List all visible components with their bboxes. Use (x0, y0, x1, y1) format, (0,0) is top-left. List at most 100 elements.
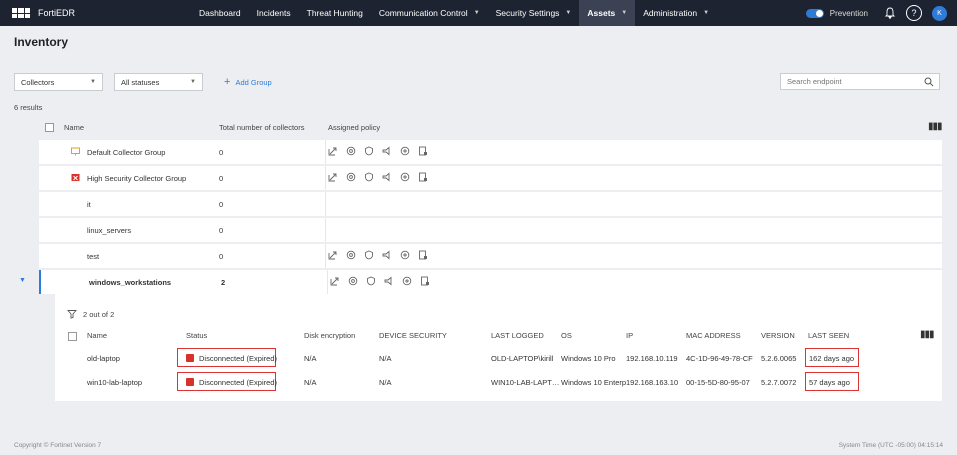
table-row[interactable]: it 0 (39, 192, 942, 216)
device-control-icon[interactable] (382, 146, 392, 156)
group-name[interactable]: windows_workstations (89, 278, 171, 287)
column-header-total[interactable]: Total number of collectors (219, 123, 304, 132)
column-header-policy[interactable]: Assigned policy (328, 123, 380, 132)
copyright: Copyright © Fortinet Version 7 (14, 442, 102, 449)
last-seen-highlight: 57 days ago (805, 372, 859, 391)
table-row[interactable]: windows_workstations 2 (39, 270, 942, 294)
nav-security-settings[interactable]: Security Settings ▼ (488, 0, 580, 26)
last-seen: 57 days ago (809, 378, 850, 387)
application-control-icon[interactable] (418, 250, 428, 260)
divider (325, 244, 326, 268)
extended-detection-icon[interactable] (400, 146, 410, 156)
columns-icon[interactable]: ▮▮▮ (928, 121, 942, 132)
chevron-down-icon[interactable]: ▼ (19, 277, 26, 284)
application-control-icon[interactable] (420, 276, 430, 286)
ip: 192.168.10.119 (626, 354, 678, 363)
group-name[interactable]: test (87, 252, 99, 261)
disk-encryption: N/A (304, 378, 317, 387)
nav-incidents[interactable]: Incidents (249, 0, 299, 26)
device-control-icon[interactable] (384, 276, 394, 286)
nav-assets[interactable]: Assets ▼ (579, 0, 636, 26)
select-all-checkbox[interactable] (45, 123, 54, 132)
divider (325, 166, 326, 190)
exfiltration-policy-icon[interactable] (328, 172, 338, 182)
avatar-initial: K (937, 9, 942, 17)
device-control-icon[interactable] (382, 250, 392, 260)
group-name[interactable]: linux_servers (87, 226, 131, 235)
column-header-disk-encryption[interactable]: Disk encryption (304, 331, 355, 340)
group-name[interactable]: High Security Collector Group (87, 174, 186, 183)
exfiltration-policy-icon[interactable] (330, 276, 340, 286)
nav-communication-control[interactable]: Communication Control ▼ (371, 0, 488, 26)
column-header-status[interactable]: Status (186, 331, 207, 340)
shield-icon[interactable] (364, 172, 374, 182)
columns-icon[interactable]: ▮▮▮ (920, 329, 934, 340)
table-row[interactable]: old-laptop Disconnected (Expired) N/A N/… (55, 347, 942, 369)
version: 5.2.6.0065 (761, 354, 797, 363)
avatar[interactable]: K (932, 5, 947, 21)
column-header-ip[interactable]: IP (626, 331, 633, 340)
column-header-version[interactable]: VERSION (761, 331, 795, 340)
collector-name[interactable]: win10-lab-laptop (87, 378, 142, 387)
column-header-device-security[interactable]: DEVICE SECURITY (379, 331, 447, 340)
prevention-label: Prevention (829, 8, 868, 18)
status-select[interactable]: All statuses ▼ (114, 73, 203, 91)
nav-label: Communication Control (378, 8, 468, 18)
help-icon[interactable]: ? (906, 5, 922, 21)
nav-threat-hunting[interactable]: Threat Hunting (299, 0, 371, 26)
select-value: All statuses (121, 77, 160, 87)
status-highlight: Disconnected (Expired) (177, 348, 277, 367)
top-right-controls: Prevention ? K (805, 0, 947, 26)
application-control-icon[interactable] (418, 146, 428, 156)
application-control-icon[interactable] (418, 172, 428, 182)
group-name[interactable]: it (87, 200, 91, 209)
ransomware-policy-icon[interactable] (348, 276, 358, 286)
extended-detection-icon[interactable] (400, 250, 410, 260)
extended-detection-icon[interactable] (400, 172, 410, 182)
chevron-down-icon: ▼ (190, 79, 196, 85)
column-header-last-seen[interactable]: LAST SEEN (808, 331, 849, 340)
nav-label: Dashboard (199, 8, 241, 18)
table-row[interactable]: High Security Collector Group 0 (39, 166, 942, 190)
filter-icon[interactable] (67, 309, 77, 319)
group-name[interactable]: Default Collector Group (87, 148, 165, 157)
column-header-name[interactable]: Name (64, 123, 84, 132)
collector-type-select[interactable]: Collectors ▼ (14, 73, 103, 91)
shield-icon[interactable] (364, 146, 374, 156)
search-input[interactable] (787, 77, 917, 86)
shield-icon[interactable] (366, 276, 376, 286)
brand[interactable]: FortiEDR (0, 8, 180, 18)
nav-dashboard[interactable]: Dashboard (191, 0, 249, 26)
column-header-name[interactable]: Name (87, 331, 107, 340)
monitor-icon (71, 147, 80, 156)
shield-icon[interactable] (364, 250, 374, 260)
device-control-icon[interactable] (382, 172, 392, 182)
nav-administration[interactable]: Administration ▼ (635, 0, 717, 26)
nav-label: Threat Hunting (306, 8, 363, 18)
table-row[interactable]: win10-lab-laptop Disconnected (Expired) … (55, 371, 942, 393)
last-seen-highlight: 162 days ago (805, 348, 859, 367)
column-header-os[interactable]: OS (561, 331, 572, 340)
group-count: 0 (219, 252, 224, 261)
table-row[interactable]: Default Collector Group 0 (39, 140, 942, 164)
ransomware-policy-icon[interactable] (346, 172, 356, 182)
ransomware-policy-icon[interactable] (346, 146, 356, 156)
top-navigation-bar: FortiEDR Dashboard Incidents Threat Hunt… (0, 0, 957, 26)
policy-icons (328, 172, 428, 182)
exfiltration-policy-icon[interactable] (328, 250, 338, 260)
ransomware-policy-icon[interactable] (346, 250, 356, 260)
exfiltration-policy-icon[interactable] (328, 146, 338, 156)
bell-icon[interactable] (884, 7, 896, 19)
search-icon[interactable] (924, 77, 934, 87)
table-row[interactable]: test 0 (39, 244, 942, 268)
extended-detection-icon[interactable] (402, 276, 412, 286)
chevron-down-icon: ▼ (90, 79, 96, 85)
prevention-toggle[interactable] (805, 8, 824, 18)
collector-name[interactable]: old-laptop (87, 354, 120, 363)
add-group-button[interactable]: + Add Group (224, 76, 272, 88)
policy-icons (330, 276, 430, 286)
select-all-collectors-checkbox[interactable] (68, 332, 77, 341)
column-header-last-logged[interactable]: LAST LOGGED (491, 331, 544, 340)
table-row[interactable]: linux_servers 0 (39, 218, 942, 242)
column-header-mac[interactable]: MAC ADDRESS (686, 331, 741, 340)
